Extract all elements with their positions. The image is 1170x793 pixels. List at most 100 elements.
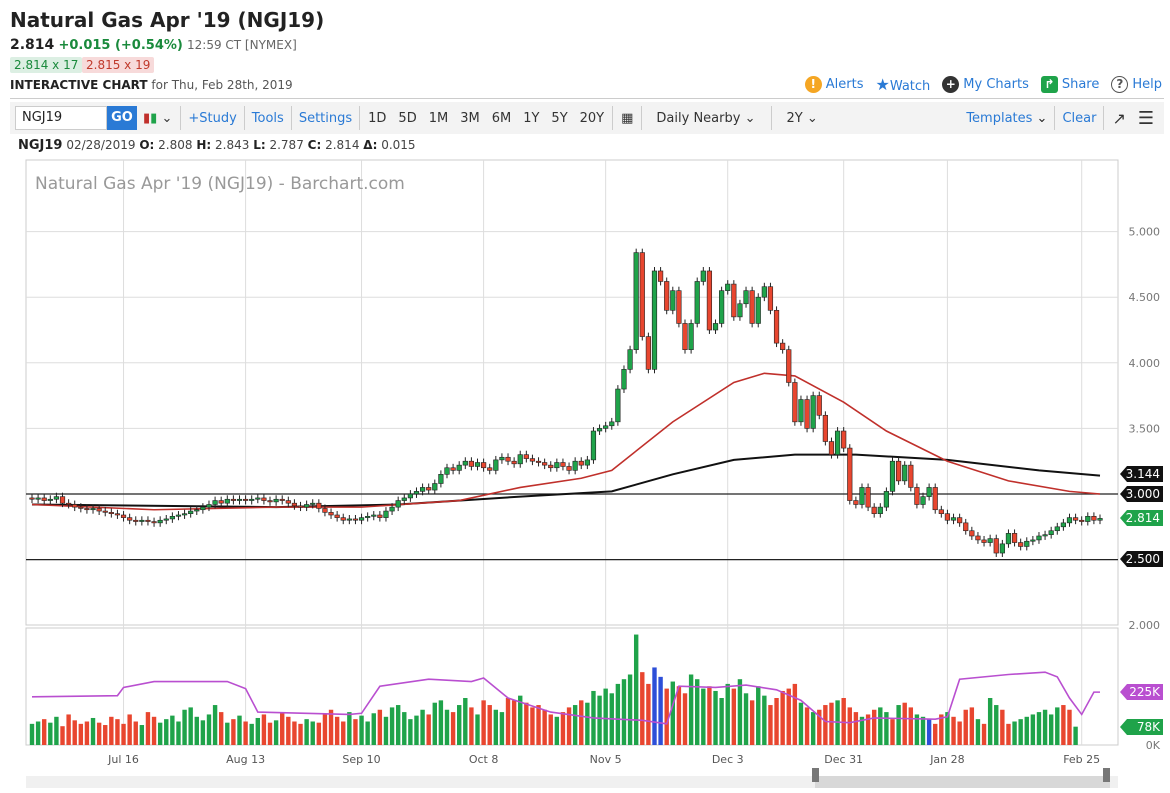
volume-bar	[145, 712, 151, 745]
volume-bar	[359, 715, 364, 745]
price-chart[interactable]: 5.000 4.500 4.000 3.500 3.000 2.500 2.000 Jul 1…	[0, 0, 1170, 793]
volume-bar	[1055, 707, 1060, 745]
candle-body	[175, 514, 182, 517]
volume-bar	[579, 700, 584, 745]
candle-body	[584, 459, 590, 466]
volume-bar	[499, 712, 505, 745]
candle-body	[236, 498, 243, 501]
volume-bar	[676, 686, 682, 745]
volume-bar	[1012, 721, 1017, 745]
volume-bar	[115, 719, 120, 745]
candle-body	[535, 460, 542, 463]
x-tick-label: Dec 3	[712, 753, 744, 766]
candle-body	[981, 539, 987, 543]
candle-body	[767, 286, 774, 311]
candle-body	[828, 441, 835, 455]
volume-bar	[78, 723, 84, 745]
candle-body	[859, 487, 865, 505]
volume-bar	[713, 690, 718, 745]
candle-body	[41, 497, 47, 501]
candle-body	[926, 487, 932, 497]
volume-bar	[182, 709, 187, 745]
candle-body	[719, 290, 725, 324]
candle-body	[462, 460, 468, 466]
candle-body	[731, 283, 737, 318]
volume-bar	[353, 719, 358, 745]
candle-body	[804, 399, 810, 429]
candle-body	[438, 474, 444, 484]
volume-bar	[231, 719, 236, 745]
volume-bar	[798, 702, 804, 745]
candle-body	[212, 500, 218, 505]
candle-body	[474, 462, 481, 467]
candle-body	[35, 497, 41, 500]
volume-bar	[194, 716, 199, 745]
candle-body	[200, 506, 206, 511]
volume-zero-label: 0K	[1146, 739, 1161, 752]
volume-bar	[255, 717, 261, 745]
candle-body	[1005, 533, 1012, 545]
candle-body	[651, 270, 658, 370]
volume-bar	[341, 721, 346, 745]
candle-body	[340, 517, 346, 521]
volume-bar	[286, 716, 291, 745]
volume-bar	[164, 719, 169, 745]
volume-bar	[389, 707, 395, 745]
volume-bar	[383, 716, 389, 745]
volume-bar	[774, 698, 779, 745]
volume-bar	[731, 688, 737, 745]
volume-bar	[1024, 716, 1029, 745]
volume-bar	[511, 700, 517, 745]
candle-body	[194, 509, 200, 512]
candle-body	[969, 530, 975, 537]
candle-body	[1030, 539, 1036, 542]
chart-title: Natural Gas Apr '19 (NGJ19) - Barchart.c…	[35, 174, 405, 194]
volume-bar	[347, 712, 352, 745]
volume-bar	[42, 719, 47, 745]
volume-bar	[218, 712, 224, 745]
volume-bar	[963, 709, 968, 745]
volume-bar	[237, 715, 242, 745]
candle-body	[395, 500, 401, 508]
candle-body	[273, 498, 279, 503]
price-pane	[25, 159, 1119, 626]
candle-body	[664, 281, 670, 311]
volume-bar	[457, 705, 462, 745]
candle-body	[358, 517, 365, 521]
candle-body	[377, 514, 383, 518]
volume-bar	[804, 707, 810, 745]
candle-body	[560, 462, 566, 467]
volume-bar	[920, 716, 926, 745]
volume-bar	[890, 719, 895, 745]
y-tick-label: 4.000	[1129, 357, 1161, 370]
candle-body	[749, 290, 755, 324]
x-tick-label: Oct 8	[469, 753, 499, 766]
x-tick-label: Dec 31	[824, 753, 863, 766]
candle-body	[249, 498, 255, 501]
candle-body	[743, 290, 749, 305]
candle-body	[1085, 516, 1091, 522]
volume-bar	[633, 634, 639, 745]
candle-body	[529, 458, 536, 462]
candle-body	[371, 514, 377, 517]
candle-body	[944, 513, 951, 521]
volume-bar	[103, 725, 108, 745]
candle-body	[798, 399, 804, 423]
candle-body	[773, 310, 780, 344]
candle-body	[114, 513, 121, 516]
volume-bar	[627, 674, 633, 745]
candle-body	[847, 447, 853, 501]
volume-bar	[786, 688, 791, 745]
candle-body	[310, 502, 316, 505]
candle-body	[316, 502, 322, 509]
candle-body	[84, 508, 90, 511]
volume-bar	[450, 712, 456, 745]
volume-bar	[109, 716, 114, 745]
volume-bar	[896, 705, 901, 745]
volume-bar	[737, 679, 743, 745]
volume-bar	[29, 723, 35, 745]
volume-bar	[585, 702, 590, 745]
candle-body	[877, 506, 883, 514]
candle-body	[1024, 540, 1030, 547]
volume-bar	[597, 695, 602, 745]
